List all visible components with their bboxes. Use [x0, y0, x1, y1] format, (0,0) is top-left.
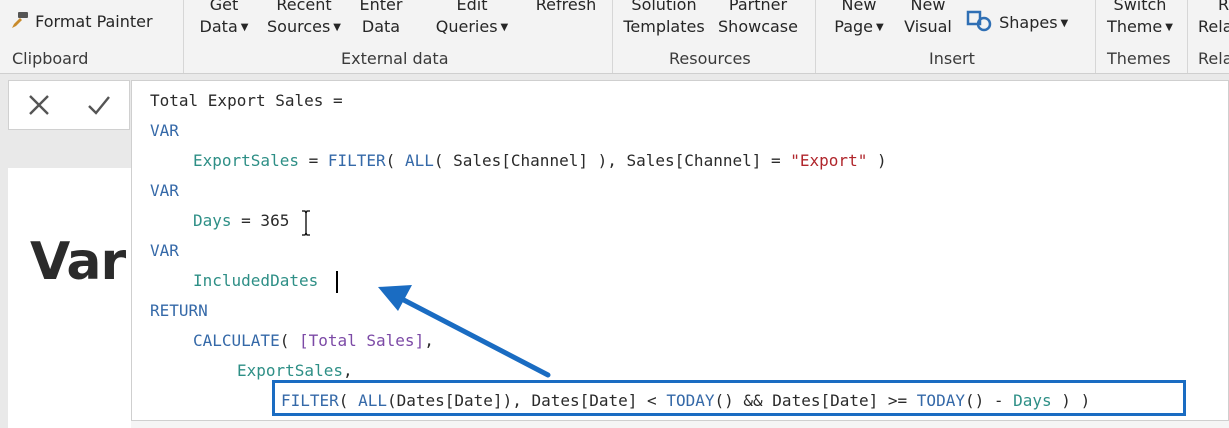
group-label-relationships: Rela: [1198, 49, 1229, 68]
dropdown-caret-icon: ▼: [500, 22, 509, 33]
code-line-3: ExportSales = FILTER( ALL( Sales[Channel…: [193, 151, 887, 170]
separator: [815, 0, 816, 73]
text-caret: [336, 271, 338, 293]
get-data-label-1: Get: [209, 0, 239, 14]
code-line-10: ExportSales,: [237, 361, 353, 380]
code-line-4: VAR: [150, 181, 179, 200]
edit-queries-label-1: Edit: [456, 0, 488, 14]
enter-data-button[interactable]: Enter Data: [355, 0, 407, 38]
refresh-button[interactable]: Refresh: [530, 0, 602, 16]
code-line-9: CALCULATE( [Total Sales],: [193, 331, 434, 350]
editor-bottom-strip: [131, 421, 1229, 428]
close-icon[interactable]: [26, 92, 52, 118]
code-line-1: Total Export Sales =: [150, 91, 343, 110]
enter-data-label-1: Enter: [359, 0, 403, 14]
dropdown-caret-icon: ▼: [876, 22, 884, 33]
format-painter-button[interactable]: Format Painter: [8, 10, 153, 33]
shapes-icon: [966, 10, 992, 32]
dropdown-caret-icon: ▼: [1165, 22, 1173, 33]
separator: [1095, 0, 1096, 73]
format-painter-label: Format Painter: [35, 12, 153, 31]
recent-sources-label-1: Recent: [276, 0, 332, 14]
solution-templates-label-1: Solution: [631, 0, 697, 14]
partner-showcase-label-2: Showcase: [718, 17, 798, 36]
group-label-resources: Resources: [669, 49, 751, 68]
switch-theme-button[interactable]: Switch Theme ▼: [1100, 0, 1180, 39]
edit-queries-label-2: Queries: [435, 17, 498, 36]
partner-showcase-button[interactable]: Partner Showcase: [712, 0, 804, 38]
report-title: Var: [30, 232, 126, 292]
report-canvas[interactable]: [8, 168, 131, 428]
recent-sources-button[interactable]: Recent Sources ▼: [262, 0, 346, 39]
dropdown-caret-icon: ▼: [1060, 18, 1069, 29]
cancel-formula-button[interactable]: [8, 80, 130, 130]
group-label-clipboard: Clipboard: [12, 49, 89, 68]
switch-theme-label-2: Theme: [1107, 17, 1163, 36]
group-label-external-data: External data: [341, 49, 449, 68]
edit-queries-button[interactable]: Edit Queries ▼: [430, 0, 514, 39]
new-visual-button[interactable]: New Visual: [898, 0, 958, 38]
shapes-label: Shapes: [999, 13, 1058, 32]
new-visual-label-1: New: [910, 0, 946, 14]
solution-templates-label-2: Templates: [623, 17, 705, 36]
code-line-7: IncludedDates: [193, 271, 319, 290]
recent-sources-label-2: Sources: [267, 17, 331, 36]
separator: [183, 0, 184, 73]
group-label-insert: Insert: [929, 49, 975, 68]
code-line-8: RETURN: [150, 301, 208, 320]
new-visual-label-2: Visual: [904, 17, 952, 36]
text-cursor-icon: [302, 210, 310, 236]
separator: [1187, 0, 1188, 73]
code-line-6: VAR: [150, 241, 179, 260]
new-page-button[interactable]: New Page ▼: [828, 0, 890, 39]
highlight-box: [272, 380, 1186, 416]
solution-templates-button[interactable]: Solution Templates: [620, 0, 708, 38]
get-data-button[interactable]: Get Data ▼: [195, 0, 253, 39]
get-data-label-2: Data: [199, 17, 238, 36]
ribbon: Format Painter Get Data ▼ Recent Sources ▼…: [0, 0, 1229, 74]
new-page-label-2: Page: [834, 17, 874, 36]
separator: [612, 0, 613, 73]
code-line-5: Days = 365: [193, 211, 290, 230]
shapes-button[interactable]: Shapes ▼: [966, 10, 1068, 35]
group-label-themes: Themes: [1107, 49, 1171, 68]
new-page-label-1: New: [841, 0, 877, 14]
dropdown-caret-icon: ▼: [240, 22, 249, 33]
relationships-label-2: Rela: [1198, 17, 1229, 36]
check-icon[interactable]: [86, 92, 112, 118]
switch-theme-label-1: Switch: [1113, 0, 1167, 14]
dropdown-caret-icon: ▼: [333, 22, 341, 33]
refresh-label: Refresh: [535, 0, 597, 14]
code-line-2: VAR: [150, 121, 179, 140]
manage-relationships-button[interactable]: R Rela: [1198, 0, 1229, 38]
paintbrush-icon: [12, 12, 28, 28]
enter-data-label-2: Data: [361, 17, 401, 36]
relationships-label-1: R: [1218, 0, 1229, 14]
partner-showcase-label-1: Partner: [728, 0, 788, 14]
